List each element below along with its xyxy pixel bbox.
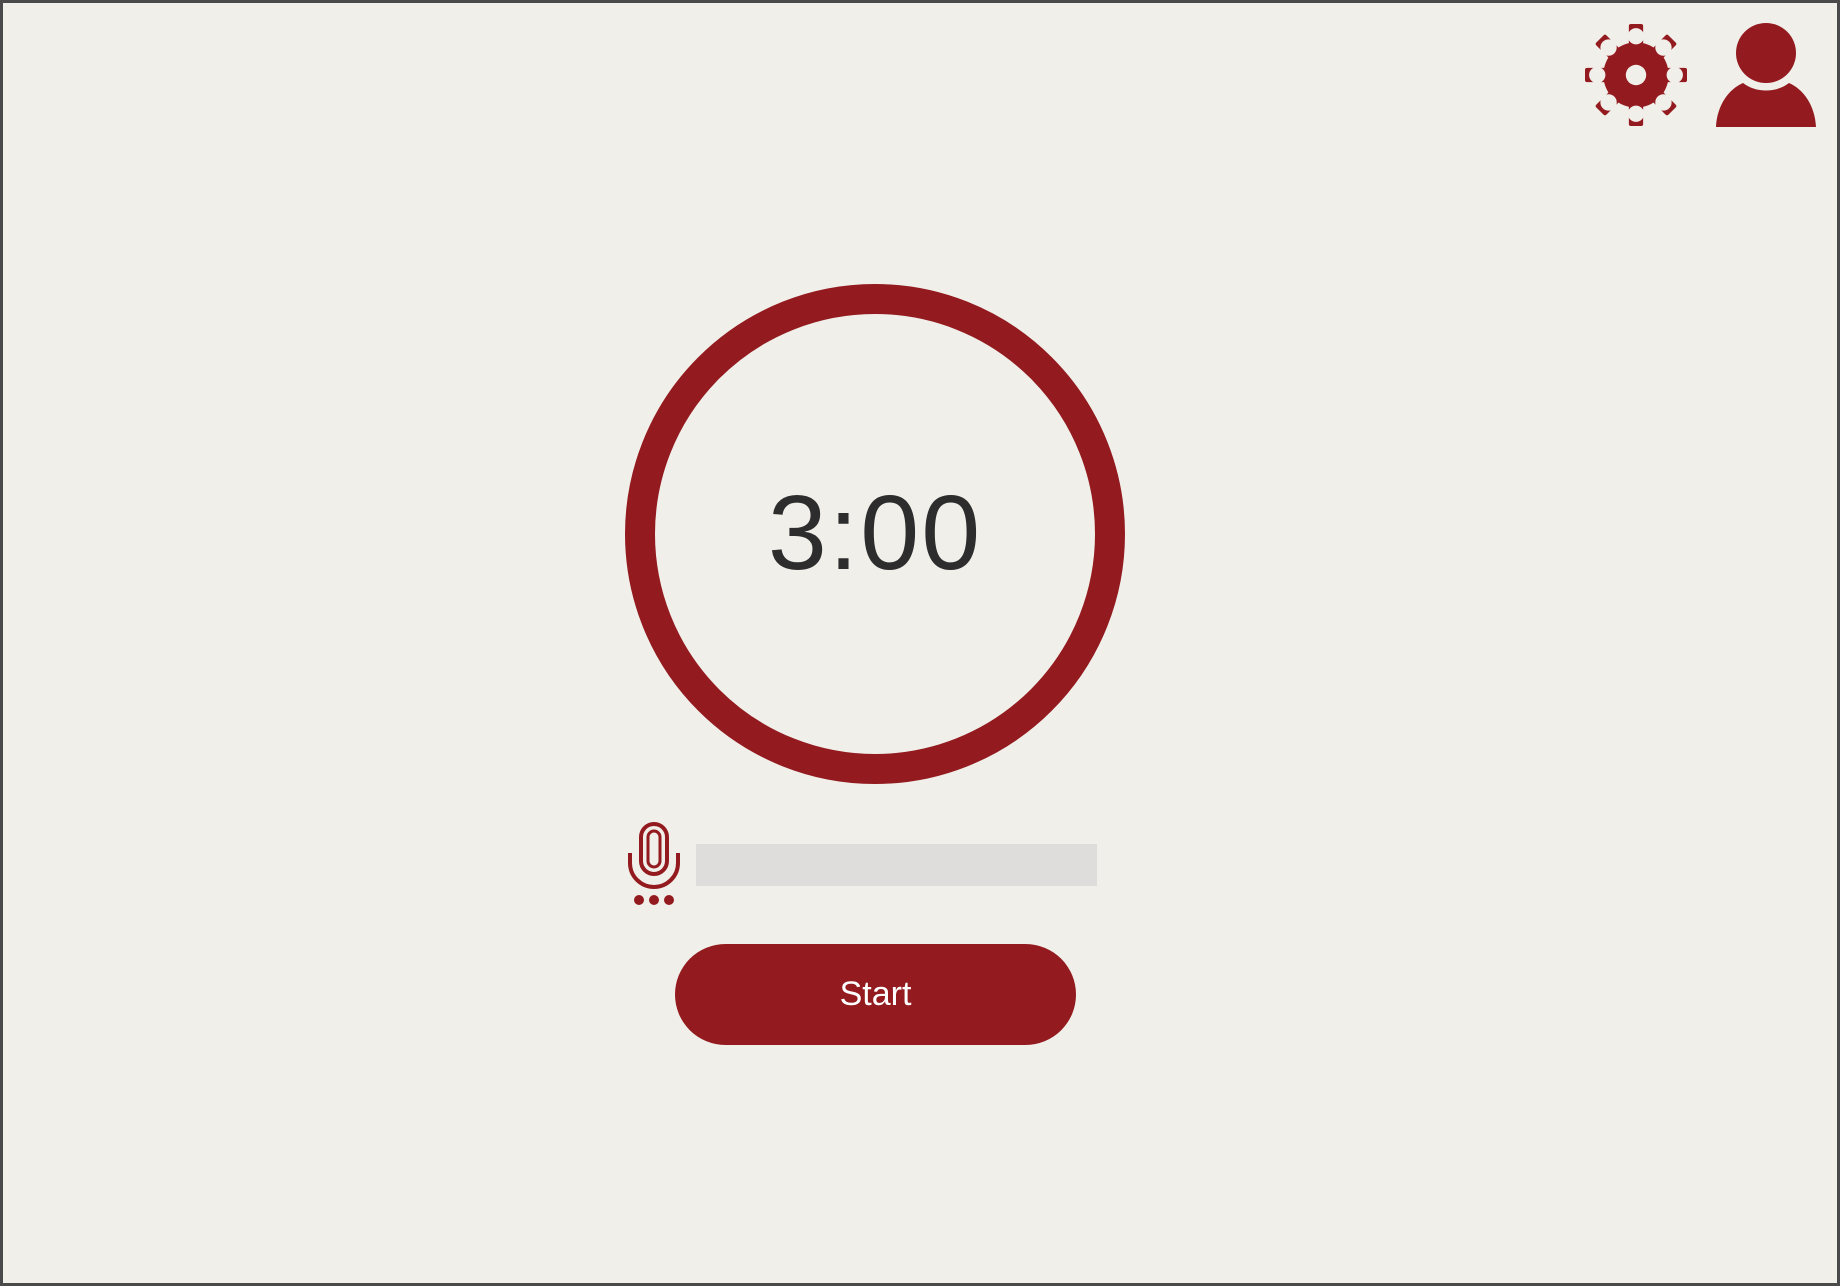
gear-icon xyxy=(1585,24,1687,126)
top-toolbar xyxy=(1585,23,1817,127)
voice-input-row xyxy=(625,821,1097,907)
user-icon xyxy=(1716,23,1816,127)
voice-text-input[interactable] xyxy=(696,844,1097,886)
microphone-button[interactable] xyxy=(625,821,683,907)
start-button[interactable]: Start xyxy=(675,944,1076,1045)
timer-display: 3:00 xyxy=(767,474,983,592)
settings-button[interactable] xyxy=(1585,24,1687,126)
microphone-icon xyxy=(628,822,680,905)
app-window: 3:00 Start xyxy=(0,0,1840,1286)
timer-ring: 3:00 xyxy=(625,284,1125,784)
profile-button[interactable] xyxy=(1715,23,1817,127)
